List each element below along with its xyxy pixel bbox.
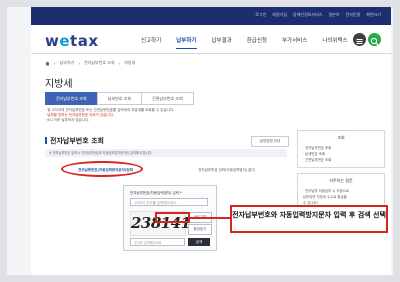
civil-link[interactable]: 전자민원 bbox=[346, 12, 361, 18]
highlight-oval bbox=[61, 161, 143, 177]
main-container: wetax 신고하기 납부하기 납부결과 환급신청 부가서비스 나의위택스 › 납… bbox=[31, 25, 391, 275]
captcha-audio-button[interactable]: 음성듣기 bbox=[188, 224, 212, 235]
section-title: 전자납부번호 조회 bbox=[45, 136, 104, 146]
radio-without-captcha[interactable]: 전자납부번호 입력(자동입력방지) 없이 bbox=[166, 164, 287, 176]
utility-bar: 로그인 회원가입 장애인정보서비스 일본어 전자민원 화면크기 bbox=[31, 7, 391, 25]
tab-tax-number[interactable]: 납세번호 조회 bbox=[96, 92, 143, 105]
menu-file-report[interactable]: 신고하기 bbox=[141, 36, 161, 49]
search-button[interactable]: 검색 bbox=[188, 238, 210, 246]
signup-link[interactable]: 회원가입 bbox=[272, 12, 287, 18]
menu-pay-result[interactable]: 납부결과 bbox=[212, 36, 232, 49]
highlight-box bbox=[155, 212, 190, 223]
page-frame: 로그인 회원가입 장애인정보서비스 일본어 전자민원 화면크기 wetax 신고… bbox=[7, 7, 393, 275]
notice-line: · 6시 이후 납부하지 않습니다. bbox=[45, 118, 90, 122]
menu-hamburger-icon[interactable] bbox=[353, 33, 366, 46]
login-link[interactable]: 로그인 bbox=[255, 12, 266, 18]
payment-help-button[interactable]: 납부방법 안내 bbox=[251, 136, 289, 147]
form-label: 전자납부번호(자동입력방지) 입력 * bbox=[130, 191, 182, 195]
zoom-link[interactable]: 화면크기 bbox=[366, 12, 381, 18]
menu-my-wetax[interactable]: 나의위택스 bbox=[322, 36, 347, 49]
tab-simple-number[interactable]: 간편납부번호 조회 bbox=[141, 92, 194, 105]
breadcrumb-item[interactable]: 지방세 bbox=[124, 60, 135, 66]
instruction-callout: 전자납부번호와 자동입력방지문자 입력 후 검색 선택 bbox=[230, 205, 388, 233]
search-icon[interactable] bbox=[368, 33, 381, 46]
right-sidebar: 조회 · 전자납부번호 조회 · 납세번호 조회 · 간편납부번호 조회 자주하… bbox=[297, 130, 385, 270]
global-nav: wetax 신고하기 납부하기 납부결과 환급신청 부가서비스 나의위택스 bbox=[31, 25, 391, 54]
menu-extra-service[interactable]: 부가서비스 bbox=[282, 36, 307, 49]
lookup-tabs: 전자납부번호 조회 납세번호 조회 간편납부번호 조회 bbox=[45, 92, 194, 105]
aside-link[interactable]: · 간편납부번호 조회 bbox=[303, 157, 379, 163]
aside-title: 자주하는 질문 bbox=[329, 178, 353, 183]
breadcrumb-item[interactable]: 납부하기 bbox=[60, 60, 75, 66]
accessibility-link[interactable]: 장애인정보서비스 bbox=[293, 12, 322, 18]
notice-text: · 위 고지서의 전자납부번호 또는 간편납부번호를 입력하여 지방세를 조회할… bbox=[45, 108, 275, 123]
captcha-input[interactable]: 숫자를 입력해주세요 bbox=[130, 238, 185, 246]
callout-arrow bbox=[190, 217, 230, 219]
breadcrumb: › 납부하기 › 전자납부번호 조회 › 지방세 bbox=[45, 60, 135, 66]
language-link[interactable]: 일본어 bbox=[328, 12, 339, 18]
payment-number-input[interactable]: 19자리 숫자를 입력해주세요. bbox=[130, 198, 208, 206]
menu-pay[interactable]: 납부하기 bbox=[176, 36, 197, 49]
sub-notice: ※ 전자납부번호 입력시 전자납부번호와 자동입력방지문자를 입력해야 합니다. bbox=[45, 149, 287, 157]
wetax-logo[interactable]: wetax bbox=[45, 32, 99, 50]
aside-lookup-box: 조회 · 전자납부번호 조회 · 납세번호 조회 · 간편납부번호 조회 bbox=[297, 130, 385, 168]
page-title: 지방세 bbox=[45, 79, 73, 90]
breadcrumb-item[interactable]: 전자납부번호 조회 bbox=[84, 60, 115, 66]
menu-refund[interactable]: 환급신청 bbox=[247, 36, 267, 49]
home-icon[interactable] bbox=[45, 61, 50, 66]
aside-title: 조회 bbox=[337, 135, 345, 140]
utility-links: 로그인 회원가입 장애인정보서비스 일본어 전자민원 화면크기 bbox=[255, 12, 381, 18]
main-menu: 신고하기 납부하기 납부결과 환급신청 부가서비스 나의위택스 bbox=[141, 36, 348, 49]
tab-electronic-number[interactable]: 전자납부번호 조회 bbox=[45, 92, 98, 105]
